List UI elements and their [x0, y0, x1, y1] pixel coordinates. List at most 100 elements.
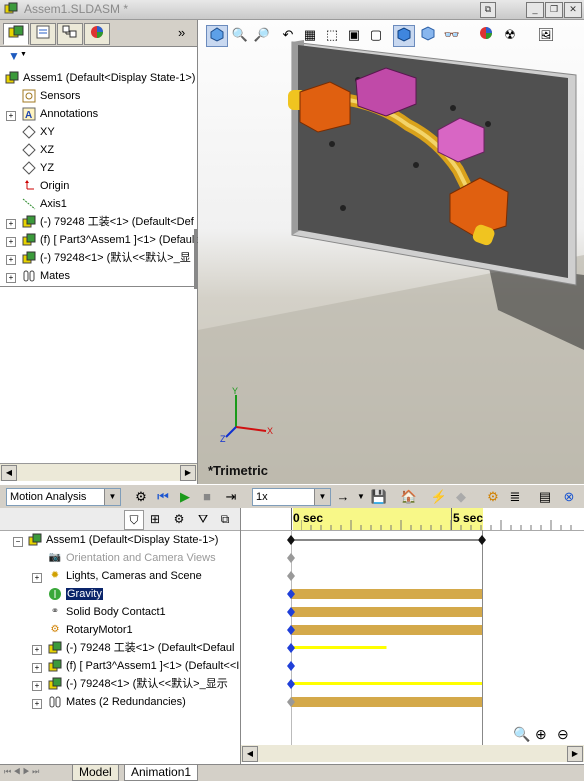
- sort-icon[interactable]: ⧉: [216, 510, 234, 528]
- motion-item-lights[interactable]: ✹ Lights, Cameras and Scene: [48, 567, 202, 585]
- expand-part-2[interactable]: +: [6, 237, 16, 247]
- contact-icon: ⚭: [50, 606, 60, 618]
- zoom-in-icon[interactable]: ⊕: [535, 726, 547, 743]
- scroll-left-arrow-icon[interactable]: ◀: [1, 465, 17, 481]
- tree-item-label: (-) 79248 工装<1> (Default<Def: [40, 216, 194, 228]
- animation-wizard-icon[interactable]: 🏠: [400, 488, 418, 506]
- calculate-icon[interactable]: ⚙: [132, 488, 150, 506]
- tree-item-yz[interactable]: YZ: [22, 159, 54, 177]
- tree-item-axis1[interactable]: Axis1: [22, 195, 67, 213]
- expand-motion-mates[interactable]: +: [32, 699, 42, 709]
- motion-item-part-1[interactable]: (-) 79248 工装<1> (Default<Defaul: [48, 639, 234, 657]
- motion-item-gravity[interactable]: Gravity: [48, 585, 103, 603]
- timeline-pane[interactable]: 0 sec 5 sec 🔍 ⊕ ⊖: [241, 508, 584, 766]
- triad-x-label: X: [267, 426, 273, 436]
- filter-icon[interactable]: ▼: [8, 49, 20, 63]
- tree-item-sensors[interactable]: Sensors: [22, 87, 80, 105]
- coordinate-triad: Y X Z: [220, 386, 273, 444]
- playback-speed-select[interactable]: 1x ▼: [252, 488, 331, 506]
- tree-item-mates[interactable]: Mates: [22, 267, 70, 285]
- filter-results-icon[interactable]: ⛛: [194, 510, 212, 528]
- zoom-to-fit-icon[interactable]: 🔍: [513, 726, 530, 743]
- dropdown-arrow-icon[interactable]: ▼: [352, 488, 370, 506]
- expand-part-3[interactable]: +: [6, 255, 16, 265]
- tree-item-origin[interactable]: Origin: [22, 177, 69, 195]
- filter-driving-icon[interactable]: ⊞: [146, 510, 164, 528]
- tab-nav-first-icon[interactable]: ⏮ ◀ ▶ ⏭: [4, 767, 39, 777]
- display-manager-icon[interactable]: [84, 23, 110, 45]
- motion-item-orientation[interactable]: 📷 Orientation and Camera Views: [48, 549, 216, 567]
- close-button[interactable]: ✕: [564, 2, 582, 18]
- study-type-select[interactable]: Motion Analysis ▼: [6, 488, 121, 506]
- stop-icon[interactable]: ■: [198, 488, 216, 506]
- part-icon: [22, 251, 36, 265]
- timeline-thin-bar: [291, 646, 387, 649]
- timeline-tracks[interactable]: [241, 530, 584, 730]
- motion-item-label: Mates (2 Redundancies): [66, 696, 186, 708]
- plane-icon: [22, 125, 36, 139]
- expand-motion-part-3[interactable]: +: [32, 681, 42, 691]
- assembly-icon: [5, 71, 19, 85]
- timeline-bar: [291, 607, 482, 617]
- tree-item-xz[interactable]: XZ: [22, 141, 54, 159]
- lights-icon: ✹: [50, 570, 60, 582]
- save-animation-icon[interactable]: 💾: [370, 488, 388, 506]
- part-icon: [22, 215, 36, 229]
- expand-motion-root[interactable]: −: [13, 537, 23, 547]
- expand-mates[interactable]: +: [6, 273, 16, 283]
- tree-horizontal-divider: [0, 286, 197, 287]
- expand-lights[interactable]: +: [32, 573, 42, 583]
- tree-item-part-1[interactable]: (-) 79248 工装<1> (Default<Def: [22, 213, 194, 231]
- collapse-panel-icon[interactable]: ⊗: [560, 488, 578, 506]
- filter-selected-icon[interactable]: ⚙: [170, 510, 188, 528]
- play-icon[interactable]: ▶: [176, 488, 194, 506]
- spring-icon[interactable]: ≣: [506, 488, 524, 506]
- add-key-icon[interactable]: ◆: [452, 488, 470, 506]
- playback-mode-dropdown-icon[interactable]: →: [334, 488, 352, 506]
- zoom-out-icon[interactable]: ⊖: [557, 726, 569, 743]
- tree-item-label: Sensors: [40, 90, 81, 102]
- expand-part-1[interactable]: +: [6, 219, 16, 229]
- tree-item-part-3[interactable]: (-) 79248<1> (默认<<默认>_显: [22, 249, 191, 267]
- tree-root-label: Assem1 (Default<Display State-1>): [23, 72, 196, 84]
- motion-item-part-2[interactable]: (f) [ Part3^Assem1 ]<1> (Default<<I: [48, 657, 239, 675]
- tab-model[interactable]: Model: [72, 765, 119, 781]
- results-and-plots-icon[interactable]: ▤: [536, 488, 554, 506]
- playback-mode-icon[interactable]: ⇥: [222, 488, 240, 506]
- play-from-start-icon[interactable]: ⏮: [154, 488, 172, 506]
- restore-icon[interactable]: ⧉: [480, 2, 496, 18]
- filter-animated-icon[interactable]: ⛉: [124, 510, 144, 530]
- expand-annotations[interactable]: +: [6, 111, 16, 121]
- expand-chevron-icon[interactable]: »: [178, 25, 185, 40]
- tree-item-xy[interactable]: XY: [22, 123, 55, 141]
- tab-animation1[interactable]: Animation1: [124, 765, 199, 781]
- scroll-left-arrow-icon[interactable]: ◀: [242, 746, 258, 762]
- graphics-viewport[interactable]: 🔍 🔎 ↶ ▦ ⬚ ▣ ▢ 👓 ☢ 🖼 Y X Z *Trimetric: [198, 20, 584, 484]
- minimize-button[interactable]: _: [526, 2, 544, 18]
- motion-item-part-3[interactable]: (-) 79248<1> (默认<<默认>_显示: [48, 675, 228, 693]
- scroll-right-arrow-icon[interactable]: ▶: [567, 746, 583, 762]
- tree-item-label: Axis1: [40, 198, 67, 210]
- motion-item-motor[interactable]: ⚙ RotaryMotor1: [48, 621, 133, 639]
- left-horizontal-scrollbar[interactable]: ◀ ▶: [0, 463, 197, 481]
- motion-item-contact[interactable]: ⚭ Solid Body Contact1: [48, 603, 166, 621]
- restore-button[interactable]: ❐: [545, 2, 563, 18]
- scroll-right-arrow-icon[interactable]: ▶: [180, 465, 196, 481]
- motion-item-mates[interactable]: Mates (2 Redundancies): [48, 693, 186, 711]
- expand-motion-part-2[interactable]: +: [32, 663, 42, 673]
- feature-manager-icon[interactable]: [3, 23, 29, 45]
- autokey-icon[interactable]: ⚡: [430, 488, 448, 506]
- view-orientation-label: *Trimetric: [208, 463, 268, 478]
- motor-icon[interactable]: ⚙: [484, 488, 502, 506]
- motion-tree-root[interactable]: Assem1 (Default<Display State-1>): [28, 531, 218, 549]
- tree-item-part-2[interactable]: (f) [ Part3^Assem1 ]<1> (Default<: [22, 231, 204, 249]
- property-manager-icon[interactable]: [30, 23, 56, 45]
- configuration-manager-icon[interactable]: [57, 23, 83, 45]
- expand-motion-part-1[interactable]: +: [32, 645, 42, 655]
- filter-dropdown-arrow-icon[interactable]: ▼: [20, 51, 27, 58]
- timeline-horizontal-scrollbar[interactable]: ◀ ▶: [241, 745, 584, 762]
- tree-item-annotations[interactable]: A Annotations: [22, 105, 98, 123]
- part-icon: [48, 641, 62, 655]
- tree-root[interactable]: Assem1 (Default<Display State-1>): [5, 69, 195, 87]
- motor-icon: ⚙: [50, 624, 60, 636]
